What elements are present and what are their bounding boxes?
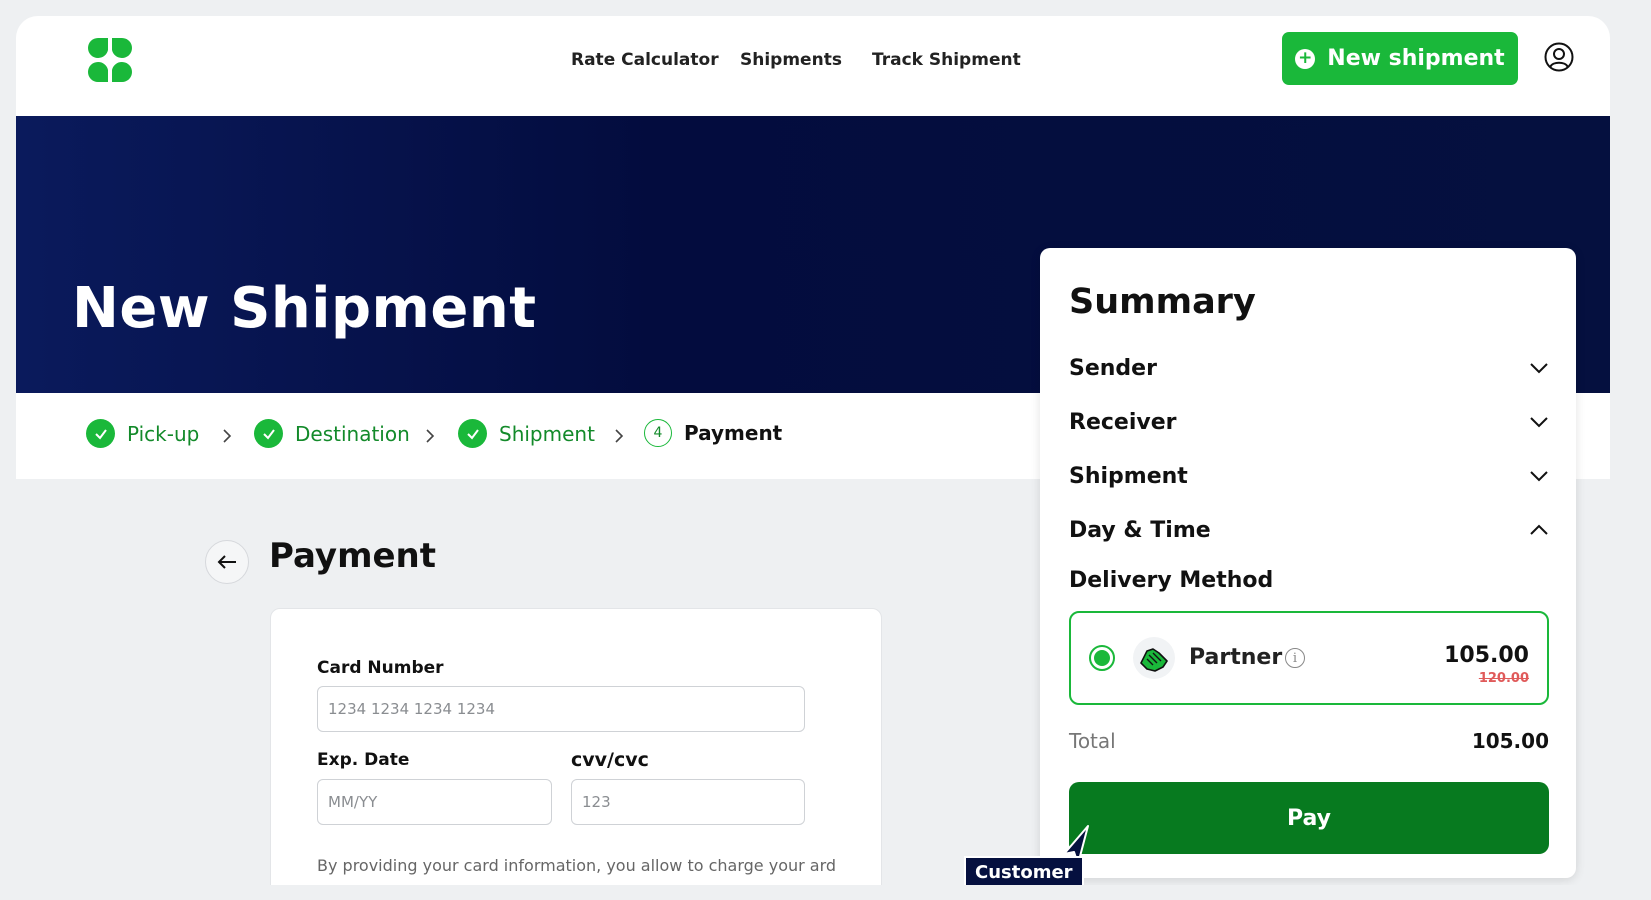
chevron-right-icon <box>223 429 232 443</box>
user-account-icon[interactable] <box>1544 42 1574 72</box>
payment-form-card: Card Number Exp. Date cvv/cvc By providi… <box>270 608 882 885</box>
summary-panel: Summary Sender Receiver Shipment Day & T… <box>1040 248 1576 878</box>
new-shipment-label: New shipment <box>1327 46 1505 71</box>
summary-day-time-toggle[interactable]: Day & Time <box>1069 510 1549 550</box>
partner-label: Partner <box>1189 645 1283 670</box>
partner-price: 105.00 <box>1444 643 1529 668</box>
nav-track-shipment[interactable]: Track Shipment <box>872 50 1021 70</box>
chevron-up-icon <box>1530 524 1548 535</box>
summary-title: Summary <box>1069 282 1256 322</box>
exp-date-input[interactable] <box>317 779 552 825</box>
summary-receiver-toggle[interactable]: Receiver <box>1069 402 1549 442</box>
total-value: 105.00 <box>1471 729 1549 753</box>
cvv-label: cvv/cvc <box>571 749 649 771</box>
exp-date-label: Exp. Date <box>317 750 410 770</box>
top-navigation-bar: Rate Calculator Shipments Track Shipment… <box>16 16 1610 116</box>
summary-shipment-toggle[interactable]: Shipment <box>1069 456 1549 496</box>
step-label: Shipment <box>499 421 595 446</box>
check-icon <box>458 419 487 448</box>
chevron-right-icon <box>615 429 624 443</box>
arrow-left-icon <box>217 555 236 569</box>
payment-heading: Payment <box>269 536 437 576</box>
chevron-right-icon <box>426 429 435 443</box>
section-label: Sender <box>1069 355 1157 381</box>
chevron-down-icon <box>1530 471 1548 482</box>
total-label: Total <box>1069 729 1116 753</box>
card-number-input[interactable] <box>317 686 805 732</box>
step-shipment[interactable]: Shipment <box>458 419 595 448</box>
info-icon[interactable]: i <box>1285 648 1305 668</box>
app-frame: Rate Calculator Shipments Track Shipment… <box>16 16 1610 885</box>
step-number: 4 <box>644 419 672 447</box>
partner-old-price: 120.00 <box>1478 671 1529 686</box>
step-label: Payment <box>684 421 783 445</box>
card-number-label: Card Number <box>317 658 444 678</box>
summary-sender-toggle[interactable]: Sender <box>1069 348 1549 388</box>
step-label: Destination <box>295 421 410 446</box>
partner-radio[interactable] <box>1089 645 1115 671</box>
new-shipment-button[interactable]: + New shipment <box>1282 32 1518 85</box>
handshake-icon <box>1133 637 1175 679</box>
cvv-input[interactable] <box>571 779 805 825</box>
chevron-down-icon <box>1530 363 1548 374</box>
step-pickup[interactable]: Pick-up <box>86 419 199 448</box>
delivery-option-partner[interactable]: Partner i 105.00 120.00 <box>1069 611 1549 705</box>
check-icon <box>254 419 283 448</box>
step-label: Pick-up <box>127 421 200 446</box>
section-label: Receiver <box>1069 409 1177 435</box>
page-title: New Shipment <box>72 276 537 341</box>
plus-icon: + <box>1295 48 1316 69</box>
step-payment[interactable]: 4 Payment <box>644 419 782 447</box>
card-disclaimer-text: By providing your card information, you … <box>317 856 837 875</box>
section-label: Day & Time <box>1069 517 1211 543</box>
delivery-method-label: Delivery Method <box>1069 568 1274 593</box>
check-icon <box>86 419 115 448</box>
cursor-tag: Customer <box>964 856 1084 885</box>
section-label: Shipment <box>1069 463 1188 489</box>
pay-button[interactable]: Pay <box>1069 782 1549 854</box>
nav-rate-calculator[interactable]: Rate Calculator <box>571 50 719 70</box>
nav-shipments[interactable]: Shipments <box>740 50 842 70</box>
back-button[interactable] <box>205 540 249 584</box>
brand-logo[interactable] <box>86 36 134 84</box>
chevron-down-icon <box>1530 417 1548 428</box>
step-destination[interactable]: Destination <box>254 419 410 448</box>
